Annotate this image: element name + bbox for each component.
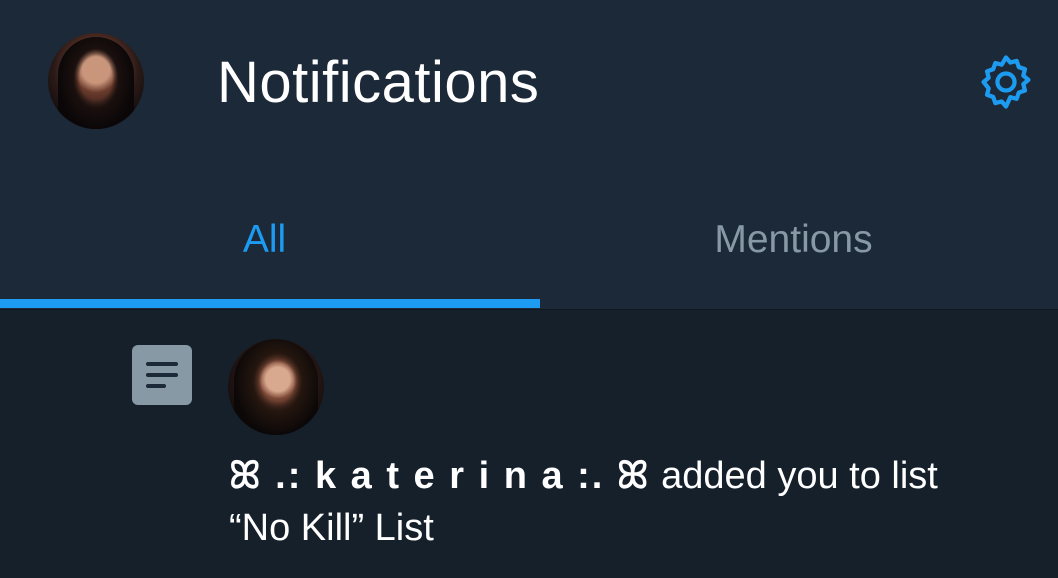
- settings-button[interactable]: [972, 50, 1040, 114]
- tab-all-label: All: [242, 218, 287, 261]
- list-icon: [132, 345, 192, 405]
- gear-icon: [981, 55, 1031, 109]
- avatar-hair: [234, 339, 318, 435]
- top-app-bar: Notifications All Mentions: [0, 0, 1058, 310]
- tab-bar: All Mentions: [0, 170, 1058, 310]
- selected-tab-indicator: [0, 299, 540, 308]
- list-lines-icon: [146, 362, 178, 388]
- tab-all[interactable]: All: [0, 170, 529, 310]
- avatar-hair: [58, 37, 134, 129]
- user-avatar[interactable]: [228, 339, 324, 435]
- page-title: Notifications: [217, 50, 540, 115]
- profile-avatar[interactable]: [48, 33, 144, 129]
- tab-mentions-label: Mentions: [714, 218, 873, 261]
- tab-mentions[interactable]: Mentions: [529, 170, 1058, 310]
- actor-name[interactable]: ꕤ .: k a t e r i n a :. ꕤ: [229, 455, 651, 497]
- notification-text: ꕤ .: k a t e r i n a :. ꕤ added you to l…: [229, 450, 1009, 554]
